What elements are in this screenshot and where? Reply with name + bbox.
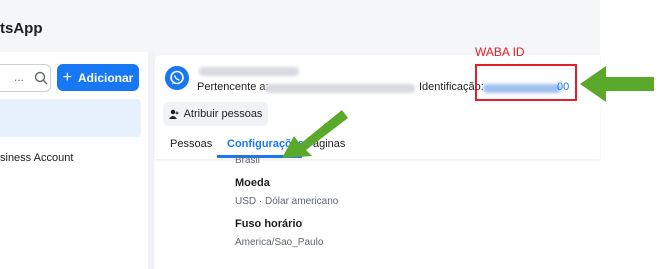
selected-account-row[interactable] — [0, 99, 141, 137]
search-placeholder: ... — [14, 70, 25, 84]
timezone-label: Fuso horário — [235, 218, 303, 230]
currency-value: USD · Dólar americano — [235, 196, 339, 207]
plus-icon: + — [62, 68, 72, 86]
down-arrow-annotation — [282, 110, 348, 158]
app-title: tsApp — [0, 20, 43, 37]
add-button-label: Adicionar — [78, 70, 134, 85]
tab-people[interactable]: Pessoas — [170, 138, 212, 150]
currency-label: Moeda — [235, 177, 270, 189]
country-value: Brasil — [235, 155, 261, 166]
account-name-redacted — [199, 67, 299, 76]
owner-name-redacted — [265, 84, 415, 93]
assign-people-button[interactable]: Atribuir pessoas — [163, 102, 268, 126]
panel-divider — [148, 52, 154, 269]
search-input[interactable]: ... — [0, 64, 51, 92]
add-button[interactable]: + Adicionar — [57, 64, 139, 91]
owner-label: Pertencente a: — [197, 81, 269, 93]
sidebar-item-business-account[interactable]: siness Account — [0, 152, 73, 164]
accounts-sidebar: ... + Adicionar siness Account — [0, 52, 148, 269]
waba-id-annotation-label: WABA ID — [475, 45, 525, 59]
person-icon — [168, 109, 179, 119]
waba-id-highlight-box — [475, 64, 577, 101]
timezone-value: America/Sao_Paulo — [235, 237, 324, 248]
right-arrow-annotation — [580, 66, 654, 102]
assign-people-label: Atribuir pessoas — [183, 108, 263, 120]
search-icon — [34, 71, 48, 85]
whatsapp-icon — [165, 66, 189, 90]
